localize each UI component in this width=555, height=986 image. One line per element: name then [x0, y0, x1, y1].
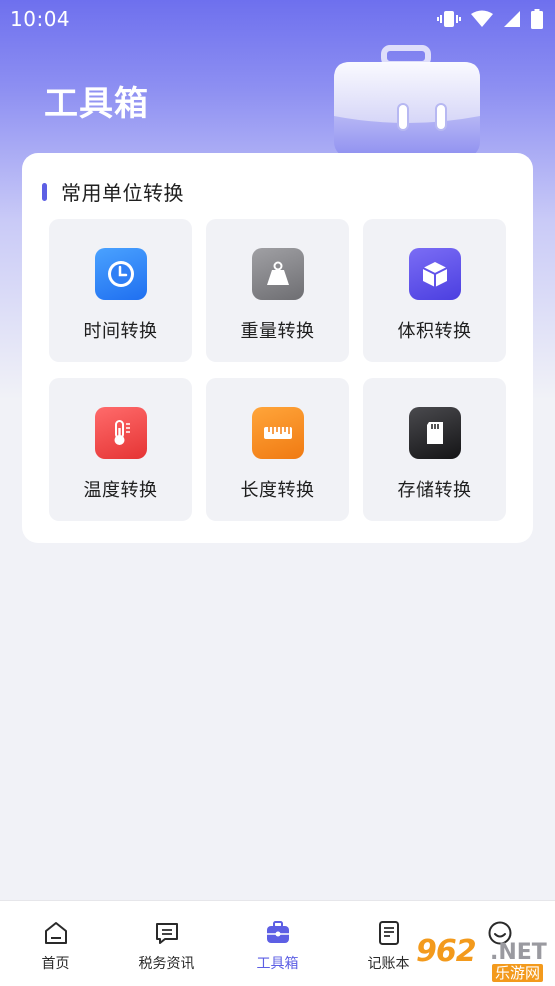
signal-icon: [503, 10, 521, 28]
cube-icon: [408, 248, 461, 300]
tab-label: 首页: [41, 956, 70, 972]
tab-tax-news[interactable]: 税务资讯: [111, 901, 222, 986]
tool-label: 长度转换: [240, 480, 315, 501]
weight-conversion-tile[interactable]: 重量转换: [206, 219, 349, 362]
unit-conversion-card: 常用单位转换 时间转换 重量转换 体积转换 温度转换 长度转换 存储转换: [22, 153, 533, 543]
watermark-number: 962: [416, 934, 477, 969]
section-title: 常用单位转换: [61, 181, 184, 205]
section-header: 常用单位转换: [42, 177, 184, 206]
tab-home[interactable]: 首页: [0, 901, 111, 986]
storage-conversion-tile[interactable]: 存储转换: [363, 378, 506, 521]
watermark-site-name: 乐游网: [492, 964, 544, 982]
toolbox-illustration: [320, 44, 490, 164]
vibrate-icon: [437, 9, 461, 29]
toolbox-icon: [264, 919, 292, 947]
status-time: 10:04: [10, 7, 71, 31]
tab-label: 记账本: [367, 956, 410, 972]
status-icons: [437, 9, 543, 29]
home-icon: [42, 919, 70, 947]
status-bar: 10:04: [0, 0, 555, 38]
site-watermark: 962 .NET 乐游网: [416, 934, 552, 984]
tool-label: 体积转换: [397, 321, 472, 342]
tab-label: 工具箱: [256, 956, 299, 972]
battery-icon: [531, 9, 543, 29]
tool-grid: 时间转换 重量转换 体积转换 温度转换 长度转换 存储转换: [49, 219, 506, 521]
wifi-icon: [471, 10, 493, 28]
clock-icon: [94, 248, 147, 300]
tool-label: 重量转换: [240, 321, 315, 342]
tool-label: 温度转换: [83, 480, 158, 501]
ruler-icon: [251, 407, 304, 459]
weight-icon: [251, 248, 304, 300]
tab-label: 税务资讯: [138, 956, 195, 972]
tool-label: 存储转换: [397, 480, 472, 501]
length-conversion-tile[interactable]: 长度转换: [206, 378, 349, 521]
message-icon: [153, 919, 181, 947]
sd-card-icon: [408, 407, 461, 459]
temperature-conversion-tile[interactable]: 温度转换: [49, 378, 192, 521]
volume-conversion-tile[interactable]: 体积转换: [363, 219, 506, 362]
time-conversion-tile[interactable]: 时间转换: [49, 219, 192, 362]
tab-toolbox[interactable]: 工具箱: [222, 901, 333, 986]
thermometer-icon: [94, 407, 147, 459]
watermark-domain: .NET: [490, 940, 547, 965]
section-accent-bar: [42, 182, 47, 201]
tool-label: 时间转换: [83, 321, 158, 342]
page-title: 工具箱: [44, 84, 149, 124]
notebook-icon: [375, 919, 403, 947]
